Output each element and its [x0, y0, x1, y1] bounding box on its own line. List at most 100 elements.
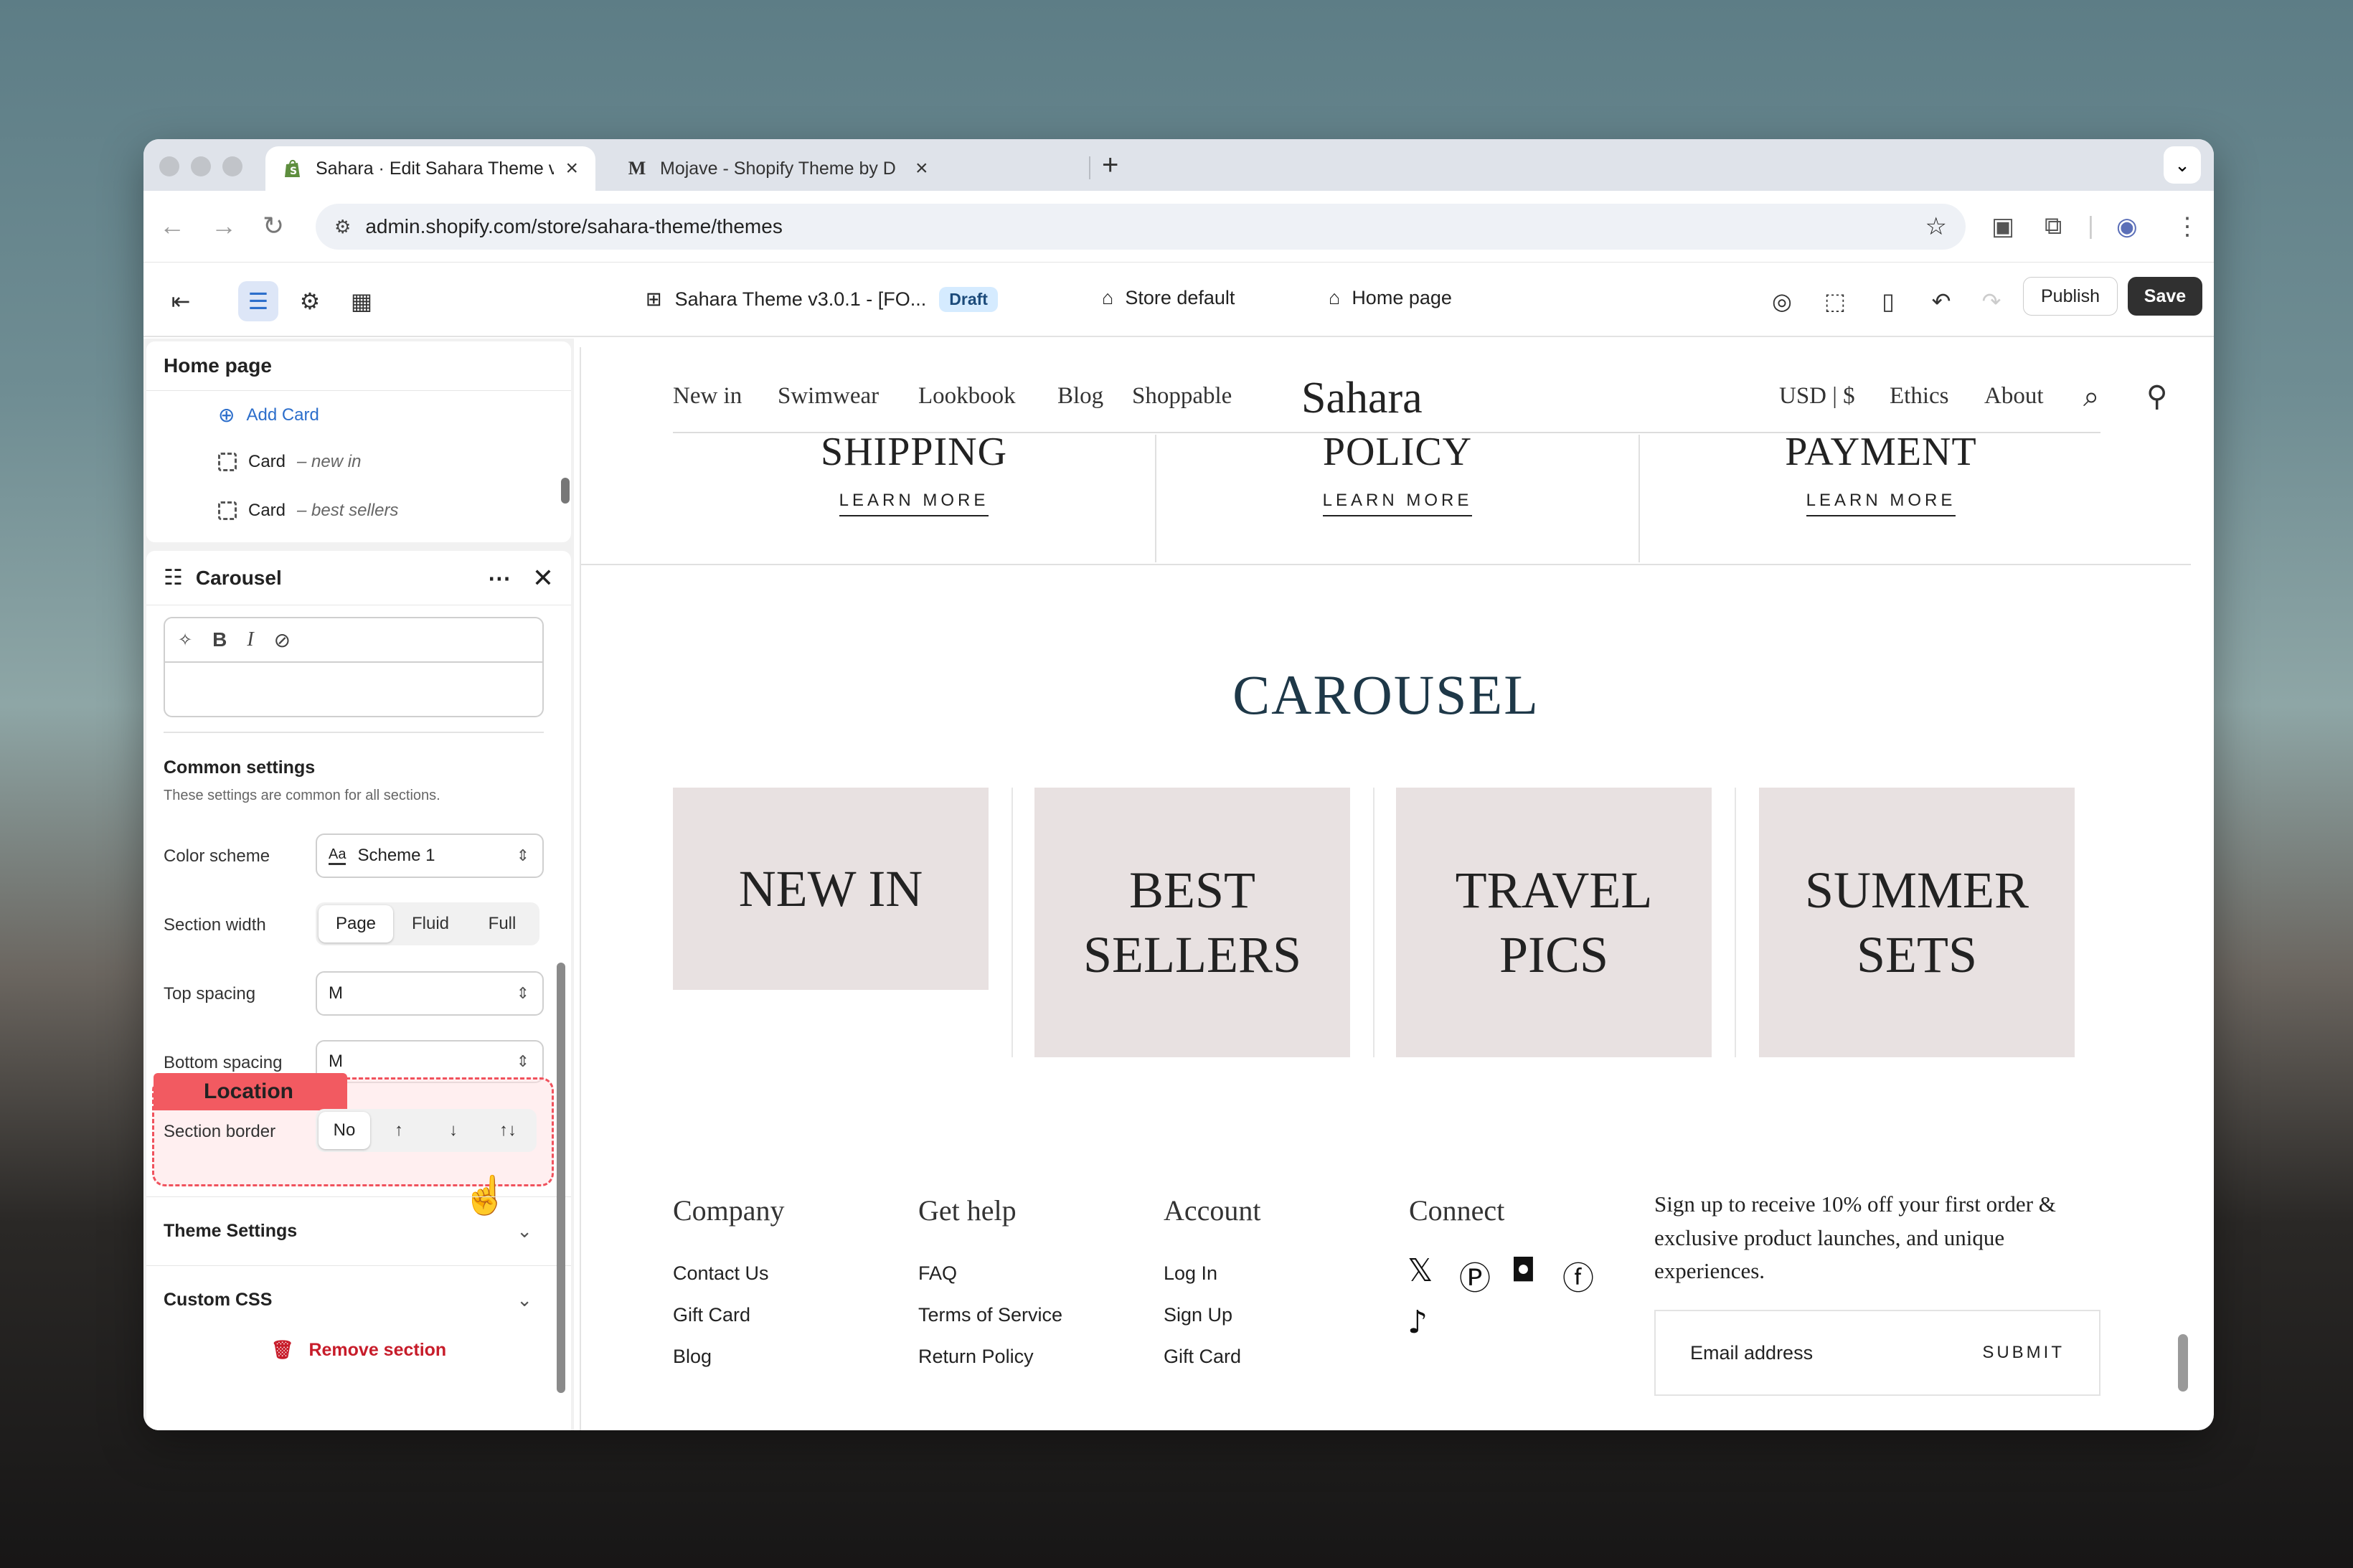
footer-link[interactable]: Blog [673, 1346, 712, 1368]
learn-more-link[interactable]: LEARN MORE [1806, 491, 1956, 516]
sections-icon[interactable]: ☰ [238, 281, 278, 321]
screen-capture-icon[interactable]: ▣ [1991, 212, 2014, 241]
inspector-icon[interactable]: ⬚ [1815, 281, 1855, 321]
mobile-preview-icon[interactable]: ▯ [1868, 281, 1908, 321]
section-width-label: Section width [164, 915, 266, 935]
ai-sparkle-icon[interactable]: ✧ [178, 630, 192, 651]
search-icon[interactable]: ⌕ [2083, 380, 2099, 413]
close-window-button[interactable] [159, 156, 179, 176]
forward-arrow-icon[interactable]: → [211, 211, 237, 241]
nav-shoppable[interactable]: Shoppable [1132, 383, 1232, 410]
tab-sahara-editor[interactable]: S Sahara · Edit Sahara Theme v × [265, 146, 595, 191]
browser-window: S Sahara · Edit Sahara Theme v × M Mojav… [143, 139, 2214, 1430]
page-selector[interactable]: ⌂ Home page [1329, 287, 1452, 309]
tab-search-chevron-icon[interactable]: ⌄ [2164, 146, 2201, 184]
publish-button[interactable]: Publish [2023, 277, 2118, 316]
remove-section-button[interactable]: 🗑 Remove section [146, 1340, 571, 1361]
maximize-window-button[interactable] [222, 156, 242, 176]
add-card-button[interactable]: ⊕ Add Card [218, 403, 319, 427]
theme-settings-accordion[interactable]: Theme Settings ⌄ [146, 1196, 571, 1265]
preview-scrollbar[interactable] [2178, 1334, 2188, 1392]
bookmark-star-icon[interactable]: ☆ [1925, 212, 1947, 241]
footer-link[interactable]: Gift Card [673, 1304, 750, 1326]
x-icon[interactable]: 𝕏 [1407, 1252, 1433, 1289]
currency-selector[interactable]: USD | $ [1779, 383, 1855, 410]
custom-css-accordion[interactable]: Custom CSS ⌄ [146, 1265, 571, 1334]
footer-link[interactable]: Return Policy [918, 1346, 1034, 1368]
bold-icon[interactable]: B [212, 628, 227, 651]
theme-settings-gear-icon[interactable]: ⚙ [290, 281, 330, 321]
url-bar[interactable]: ⚙ admin.shopify.com/store/sahara-theme/t… [316, 204, 1966, 250]
newsletter-text: Sign up to receive 10% off your first or… [1654, 1191, 2056, 1283]
nav-about[interactable]: About [1984, 383, 2044, 410]
carousel-tile-travel-pics[interactable]: TRAVEL PICS [1396, 788, 1712, 1057]
border-bottom-option[interactable]: ↓ [428, 1112, 479, 1149]
nav-blog[interactable]: Blog [1057, 383, 1103, 410]
submit-button[interactable]: SUBMIT [1982, 1343, 2065, 1363]
italic-icon[interactable]: I [247, 628, 253, 651]
nav-ethics[interactable]: Ethics [1890, 383, 1948, 410]
site-settings-icon[interactable]: ⚙ [334, 216, 351, 238]
facebook-icon[interactable]: ⓕ [1562, 1252, 1594, 1298]
redo-icon[interactable]: ↷ [1971, 281, 2012, 321]
new-tab-icon[interactable]: + [1102, 149, 1118, 181]
tree-item-card-new-in[interactable]: Card – new in [218, 452, 361, 472]
color-scheme-select[interactable]: Aa Scheme 1 ⇕ [316, 833, 544, 878]
link-icon[interactable]: ⊘ [274, 628, 291, 652]
tree-item-card-best-sellers[interactable]: Card – best sellers [218, 501, 398, 521]
carousel-tile-summer-sets[interactable]: SUMMER SETS [1759, 788, 2075, 1057]
footer-link[interactable]: FAQ [918, 1262, 957, 1285]
nav-new-in[interactable]: New in [673, 383, 742, 410]
extensions-icon[interactable]: ⧉ [2045, 212, 2062, 240]
undo-icon[interactable]: ↶ [1921, 281, 1961, 321]
footer-link[interactable]: Sign Up [1164, 1304, 1232, 1326]
more-options-icon[interactable]: ⋯ [488, 565, 511, 592]
minimize-window-button[interactable] [191, 156, 211, 176]
carousel-tile-new-in[interactable]: NEW IN [673, 788, 989, 990]
nav-lookbook[interactable]: Lookbook [918, 383, 1016, 410]
section-width-page-option[interactable]: Page [319, 905, 393, 943]
close-icon[interactable]: ✕ [532, 563, 554, 593]
tiktok-icon[interactable]: ♪ [1407, 1304, 1428, 1341]
section-width-full-option[interactable]: Full [468, 905, 537, 943]
border-top-option[interactable]: ↑ [373, 1112, 425, 1149]
profile-icon[interactable]: ◉ [2116, 212, 2138, 241]
footer-link[interactable]: Contact Us [673, 1262, 769, 1285]
border-none-option[interactable]: No [319, 1112, 370, 1149]
store-logo[interactable]: Sahara [1301, 373, 1423, 424]
email-input[interactable]: Email address [1690, 1342, 1813, 1364]
browser-menu-icon[interactable]: ⋮ [2175, 212, 2199, 241]
top-spacing-select[interactable]: M ⇕ [316, 971, 544, 1016]
back-arrow-icon[interactable]: ← [159, 211, 185, 241]
context-selector[interactable]: ⌂ Store default [1102, 287, 1235, 309]
sidebar-scrollbar[interactable] [557, 963, 565, 1393]
footer-link[interactable]: Terms of Service [918, 1304, 1062, 1326]
exit-editor-icon[interactable]: ⇤ [161, 281, 201, 321]
footer-link[interactable]: Log In [1164, 1262, 1217, 1285]
close-tab-icon[interactable]: × [915, 156, 928, 181]
accessibility-icon[interactable]: ◎ [1762, 281, 1802, 321]
theme-title[interactable]: ⊞ Sahara Theme v3.0.1 - [FO... Draft [646, 287, 998, 312]
carousel-heading: CAROUSEL [1232, 663, 1539, 726]
card-sub: – new in [297, 452, 362, 471]
footer-link[interactable]: Gift Card [1164, 1346, 1241, 1368]
apps-icon[interactable]: ▦ [341, 281, 382, 321]
account-icon[interactable]: ⚲ [2146, 380, 2167, 413]
pinterest-icon[interactable]: Ⓟ [1459, 1252, 1491, 1298]
reload-icon[interactable]: ↻ [263, 211, 284, 241]
carousel-tile-best-sellers[interactable]: BEST SELLERS [1034, 788, 1350, 1057]
close-tab-icon[interactable]: × [565, 156, 578, 181]
tab-mojave[interactable]: M Mojave - Shopify Theme by D × [610, 146, 1098, 191]
rich-text-editor[interactable]: ✧ B I ⊘ [164, 617, 544, 717]
plus-circle-icon: ⊕ [218, 404, 235, 426]
learn-more-link[interactable]: LEARN MORE [839, 491, 989, 516]
store-preview: New in Swimwear Lookbook Blog Shoppable … [580, 347, 2191, 1430]
save-button[interactable]: Save [2128, 277, 2202, 316]
section-width-fluid-option[interactable]: Fluid [396, 905, 465, 943]
nav-swimwear[interactable]: Swimwear [778, 383, 879, 410]
instagram-icon[interactable]: ◘ [1511, 1252, 1536, 1289]
learn-more-link[interactable]: LEARN MORE [1322, 491, 1473, 516]
bottom-spacing-select[interactable]: M ⇕ [316, 1040, 544, 1083]
tree-scrollbar[interactable] [561, 478, 570, 504]
border-both-option[interactable]: ↑↓ [482, 1112, 534, 1149]
